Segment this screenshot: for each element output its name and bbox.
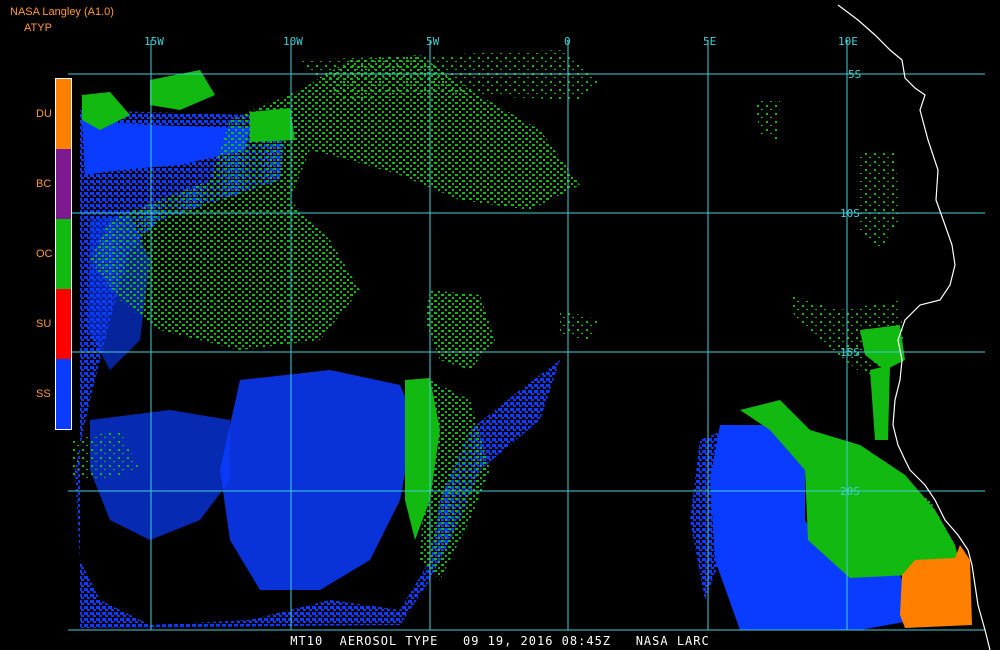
legend-swatch-oc <box>56 219 71 289</box>
header-title: NASA Langley (A1.0) <box>10 6 114 18</box>
legend-swatch-du <box>56 79 71 149</box>
latitude-labels: 5S 10S 15S 20S <box>840 68 861 498</box>
legend-swatch-su <box>56 289 71 359</box>
aerosol-map: 15W 10W 5W 0 5E 10E 5S 10S 15S 20S <box>68 4 991 650</box>
lat-label-20s: 20S <box>840 485 860 498</box>
aerosol-field <box>70 50 972 630</box>
legend-swatch-ss <box>56 359 71 429</box>
lat-label-5s: 5S <box>848 68 861 81</box>
legend-label-bc: BC <box>36 178 52 190</box>
longitude-labels: 15W 10W 5W 0 5E 10E <box>144 35 858 48</box>
aerosol-type-legend <box>55 78 72 430</box>
legend-swatch-bc <box>56 149 71 219</box>
lon-label-10w: 10W <box>283 35 303 48</box>
lon-label-15w: 15W <box>144 35 164 48</box>
lon-label-0: 0 <box>564 35 571 48</box>
header-product: ATYP <box>24 22 52 34</box>
legend-label-du: DU <box>36 108 52 120</box>
lon-label-5e: 5E <box>703 35 716 48</box>
lat-label-10s: 10S <box>840 207 860 220</box>
lon-label-5w: 5W <box>426 35 440 48</box>
lat-label-15s: 15S <box>840 346 860 359</box>
legend-label-su: SU <box>36 318 52 330</box>
map-caption: MT10 AEROSOL TYPE 09 19, 2016 08:45Z NAS… <box>290 634 710 648</box>
lon-label-10e: 10E <box>838 35 858 48</box>
legend-label-oc: OC <box>36 248 53 260</box>
legend-label-ss: SS <box>36 388 51 400</box>
